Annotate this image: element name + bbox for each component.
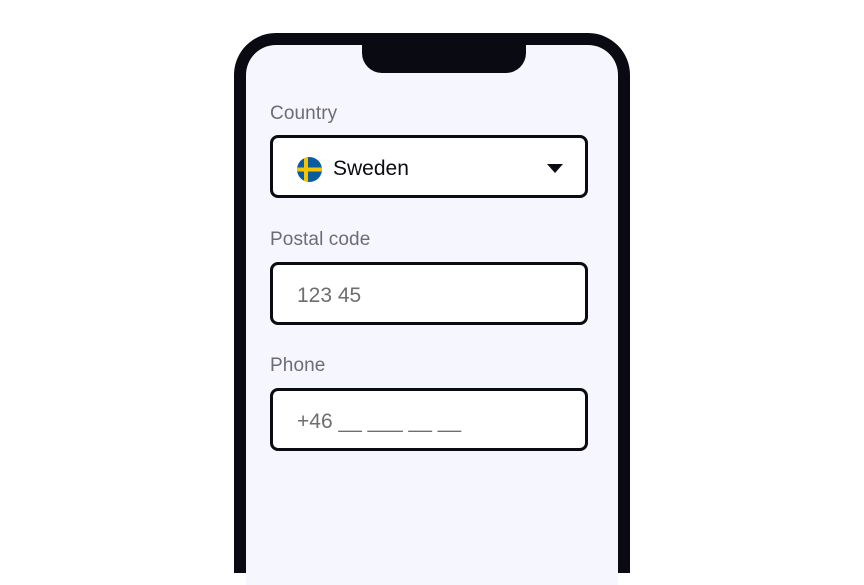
phone-frame: Country Sweden Postal code 123 45 Phone …	[234, 33, 630, 585]
country-label: Country	[270, 103, 338, 124]
postal-code-field[interactable]: 123 45	[270, 262, 588, 325]
phone-notch	[362, 45, 526, 73]
postal-code-label: Postal code	[270, 229, 371, 250]
chevron-down-icon[interactable]	[547, 164, 563, 173]
postal-code-placeholder: 123 45	[297, 284, 362, 307]
phone-placeholder: +46 __ ___ __ __	[297, 410, 462, 433]
country-select[interactable]: Sweden	[270, 135, 588, 198]
phone-label: Phone	[270, 355, 326, 376]
sweden-flag-icon	[297, 157, 322, 182]
phone-screen: Country Sweden Postal code 123 45 Phone …	[246, 45, 618, 585]
phone-field[interactable]: +46 __ ___ __ __	[270, 388, 588, 451]
country-selected-value: Sweden	[333, 157, 409, 180]
